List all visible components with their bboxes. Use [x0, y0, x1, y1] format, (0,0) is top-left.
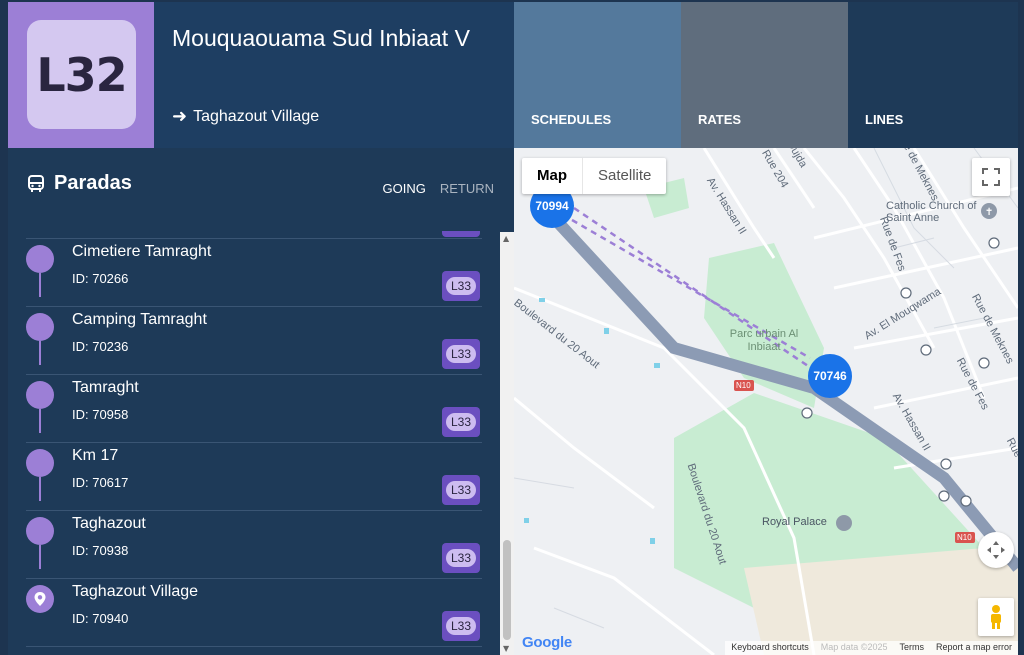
- line-tag-label: L33: [445, 413, 477, 431]
- stop-item[interactable]: Km 17 ID: 70617 L33: [26, 443, 482, 511]
- stop-list: Cimetiere Tamraght ID: 70266 L33 Camping…: [26, 231, 482, 647]
- palace-icon: [836, 515, 852, 531]
- stop-dot: [26, 245, 54, 273]
- svg-text:✝: ✝: [985, 207, 993, 218]
- n10-label-b: N10: [957, 533, 972, 542]
- line-tag-label: L33: [445, 481, 477, 499]
- stop-id: ID: 70236: [72, 339, 129, 354]
- location-pin-icon: [26, 585, 54, 613]
- stop-item[interactable]: Taghazout ID: 70938 L33: [26, 511, 482, 579]
- camera-control-button[interactable]: [978, 532, 1014, 568]
- route-map[interactable]: N10 N10 ✝ Oujda Rue 204 Av. Hassan II Ru…: [514, 148, 1018, 655]
- stop-list-scrollbar[interactable]: ▲ ▼: [500, 232, 514, 655]
- map-type-map-button[interactable]: Map: [522, 158, 582, 194]
- fullscreen-icon: [982, 168, 1000, 186]
- route-title: Mouquaouama Sud Inbiaat V: [172, 25, 470, 51]
- camera-move-icon: [987, 541, 1005, 559]
- stop-name: Km 17: [72, 447, 119, 464]
- app-window: L32 Mouquaouama Sud Inbiaat V ➜ Taghazou…: [8, 2, 1018, 655]
- route-header: Mouquaouama Sud Inbiaat V ➜ Taghazout Vi…: [154, 2, 514, 148]
- street-view-pegman-button[interactable]: [978, 598, 1014, 636]
- panel-heading: Paradas: [26, 172, 132, 195]
- line-tag[interactable]: L33: [442, 407, 480, 437]
- map-label-palace: Royal Palace: [762, 516, 827, 528]
- stop-name: Taghazout Village: [72, 583, 199, 600]
- stops-panel: Paradas GOING RETURN Cimetiere Tamraght …: [8, 148, 514, 655]
- arrow-right-icon: ➜: [172, 106, 188, 126]
- fullscreen-button[interactable]: [972, 158, 1010, 196]
- line-tag-partial: [442, 231, 480, 237]
- line-tag-label: L33: [445, 549, 477, 567]
- map-marker-stop[interactable]: 70746: [808, 354, 852, 398]
- stop-connector: [39, 341, 41, 365]
- stop-name: Camping Tamraght: [72, 311, 207, 328]
- report-error-link[interactable]: Report a map error: [929, 641, 1018, 655]
- scroll-down-arrow-icon[interactable]: ▼: [503, 644, 509, 653]
- scroll-thumb[interactable]: [503, 540, 511, 640]
- direction-tabs: GOING RETURN: [382, 181, 494, 196]
- map-data-attribution: Map data ©2025: [814, 641, 894, 655]
- panel-title: Paradas: [54, 172, 132, 194]
- line-tag[interactable]: L33: [442, 611, 480, 641]
- stop-dot: [26, 517, 54, 545]
- line-tag[interactable]: L33: [442, 339, 480, 369]
- map-footer: Keyboard shortcuts Map data ©2025 Terms …: [725, 641, 1018, 655]
- stop-id: ID: 70940: [72, 611, 129, 626]
- tab-schedules[interactable]: SCHEDULES: [514, 2, 681, 148]
- stop-connector: [39, 273, 41, 297]
- stop-name: Taghazout: [72, 515, 146, 532]
- line-tag[interactable]: L33: [442, 543, 480, 573]
- tab-going[interactable]: GOING: [382, 181, 425, 196]
- destination-label: Taghazout Village: [193, 107, 320, 125]
- line-tag[interactable]: L33: [442, 475, 480, 505]
- map-type-satellite-button[interactable]: Satellite: [582, 158, 666, 194]
- stop-dot: [26, 313, 54, 341]
- line-tag-label: L33: [445, 277, 477, 295]
- stop-id: ID: 70266: [72, 271, 129, 286]
- tab-return[interactable]: RETURN: [440, 181, 494, 196]
- map-label-church: Catholic Church of Saint Anne: [886, 200, 977, 224]
- line-badge: L32: [27, 20, 136, 129]
- tab-rates[interactable]: RATES: [681, 2, 848, 148]
- n10-label-a: N10: [736, 381, 751, 390]
- stop-id: ID: 70617: [72, 475, 129, 490]
- stop-item[interactable]: Cimetiere Tamraght ID: 70266 L33: [26, 239, 482, 307]
- stop-id: ID: 70958: [72, 407, 129, 422]
- map-type-control: Map Satellite: [522, 158, 667, 194]
- tab-lines[interactable]: LINES: [848, 2, 1018, 148]
- line-tag[interactable]: L33: [442, 271, 480, 301]
- stop-name: Cimetiere Tamraght: [72, 243, 212, 260]
- stop-name: Tamraght: [72, 379, 139, 396]
- stop-item[interactable]: Camping Tamraght ID: 70236 L33: [26, 307, 482, 375]
- stop-dot: [26, 381, 54, 409]
- line-tag-label: L33: [445, 345, 477, 363]
- google-logo: Google: [522, 634, 572, 651]
- stop-connector: [39, 409, 41, 433]
- map-canvas: N10 N10 ✝: [514, 148, 1018, 655]
- pegman-icon: [991, 605, 1001, 629]
- stop-id: ID: 70938: [72, 543, 129, 558]
- stop-dot: [26, 449, 54, 477]
- line-badge-cell: L32: [8, 2, 154, 148]
- keyboard-shortcuts-link[interactable]: Keyboard shortcuts: [725, 641, 815, 655]
- scroll-up-arrow-icon[interactable]: ▲: [503, 234, 509, 243]
- line-tag-label: L33: [445, 617, 477, 635]
- route-destination: ➜ Taghazout Village: [172, 106, 319, 127]
- map-label-park: Parc urbain Al Inbiaat: [729, 328, 799, 353]
- terms-link[interactable]: Terms: [893, 641, 930, 655]
- stop-connector: [39, 545, 41, 569]
- bus-icon: [28, 174, 44, 192]
- stop-connector: [39, 477, 41, 501]
- stop-item[interactable]: Tamraght ID: 70958 L33: [26, 375, 482, 443]
- stop-item[interactable]: Taghazout Village ID: 70940 L33: [26, 579, 482, 647]
